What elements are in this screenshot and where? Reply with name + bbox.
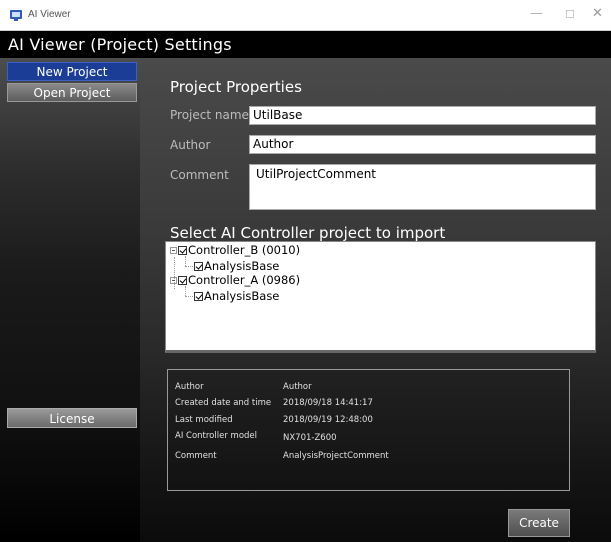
main-panel: Project Properties Project name UtilBase… (140, 58, 611, 542)
collapse-icon[interactable] (170, 247, 177, 254)
new-project-button[interactable]: New Project (7, 62, 137, 81)
info-label: Last modified (175, 415, 233, 425)
project-name-label: Project name (170, 108, 249, 122)
checkbox-checked-icon[interactable] (178, 276, 187, 285)
comment-textarea[interactable]: UtilProjectComment (249, 164, 596, 210)
info-label: AI Controller model (175, 431, 258, 441)
author-input[interactable]: Author (249, 135, 596, 154)
tree-item-analysis-base[interactable]: AnalysisBase (194, 259, 279, 273)
license-button[interactable]: License (7, 408, 137, 428)
close-button[interactable]: ✕ (592, 6, 603, 21)
info-label: Created date and time (175, 398, 272, 408)
header: AI Viewer (Project) Settings (0, 31, 611, 58)
info-value: 2018/09/18 14:41:17 (283, 398, 373, 408)
minimize-button[interactable]: — (530, 6, 543, 21)
title-bar: AI Viewer — ☐ ✕ (0, 0, 611, 31)
tree-item-controller-a[interactable]: Controller_A (0986) (170, 273, 300, 287)
tree-item-label: Controller_A (0986) (188, 273, 301, 287)
checkbox-checked-icon[interactable] (194, 262, 203, 271)
info-value: NX701-Z600 (283, 433, 337, 443)
window-title: AI Viewer (28, 9, 71, 20)
import-section-title: Select AI Controller project to import (170, 224, 446, 242)
create-button[interactable]: Create (508, 509, 570, 537)
checkbox-checked-icon[interactable] (178, 246, 187, 255)
author-label: Author (170, 138, 211, 152)
info-value: 2018/09/19 12:48:00 (283, 415, 373, 425)
tree-item-label: AnalysisBase (204, 259, 280, 273)
comment-label: Comment (170, 168, 229, 182)
tree-connector (185, 256, 186, 266)
controller-project-tree[interactable]: Controller_B (0010) AnalysisBase Control… (165, 241, 596, 353)
app-icon (10, 10, 22, 21)
tree-connector (185, 286, 186, 296)
collapse-icon[interactable] (170, 277, 177, 284)
info-value: Author (283, 382, 312, 392)
project-info-panel: Author Author Created date and time 2018… (167, 369, 570, 491)
info-label: Author (175, 382, 204, 392)
info-value: AnalysisProjectComment (283, 451, 389, 461)
sidebar: New Project Open Project License (0, 58, 140, 542)
project-properties-title: Project Properties (170, 78, 302, 96)
tree-item-label: AnalysisBase (204, 289, 280, 303)
page-title: AI Viewer (Project) Settings (8, 35, 232, 54)
tree-item-analysis-base[interactable]: AnalysisBase (194, 289, 279, 303)
tree-item-label: Controller_B (0010) (188, 243, 301, 257)
info-label: Comment (175, 451, 217, 461)
open-project-button[interactable]: Open Project (7, 83, 137, 102)
app-window: AI Viewer — ☐ ✕ AI Viewer (Project) Sett… (0, 0, 611, 542)
project-name-input[interactable]: UtilBase (249, 106, 596, 125)
maximize-button[interactable]: ☐ (565, 8, 575, 21)
tree-item-controller-b[interactable]: Controller_B (0010) (170, 243, 300, 257)
checkbox-checked-icon[interactable] (194, 292, 203, 301)
